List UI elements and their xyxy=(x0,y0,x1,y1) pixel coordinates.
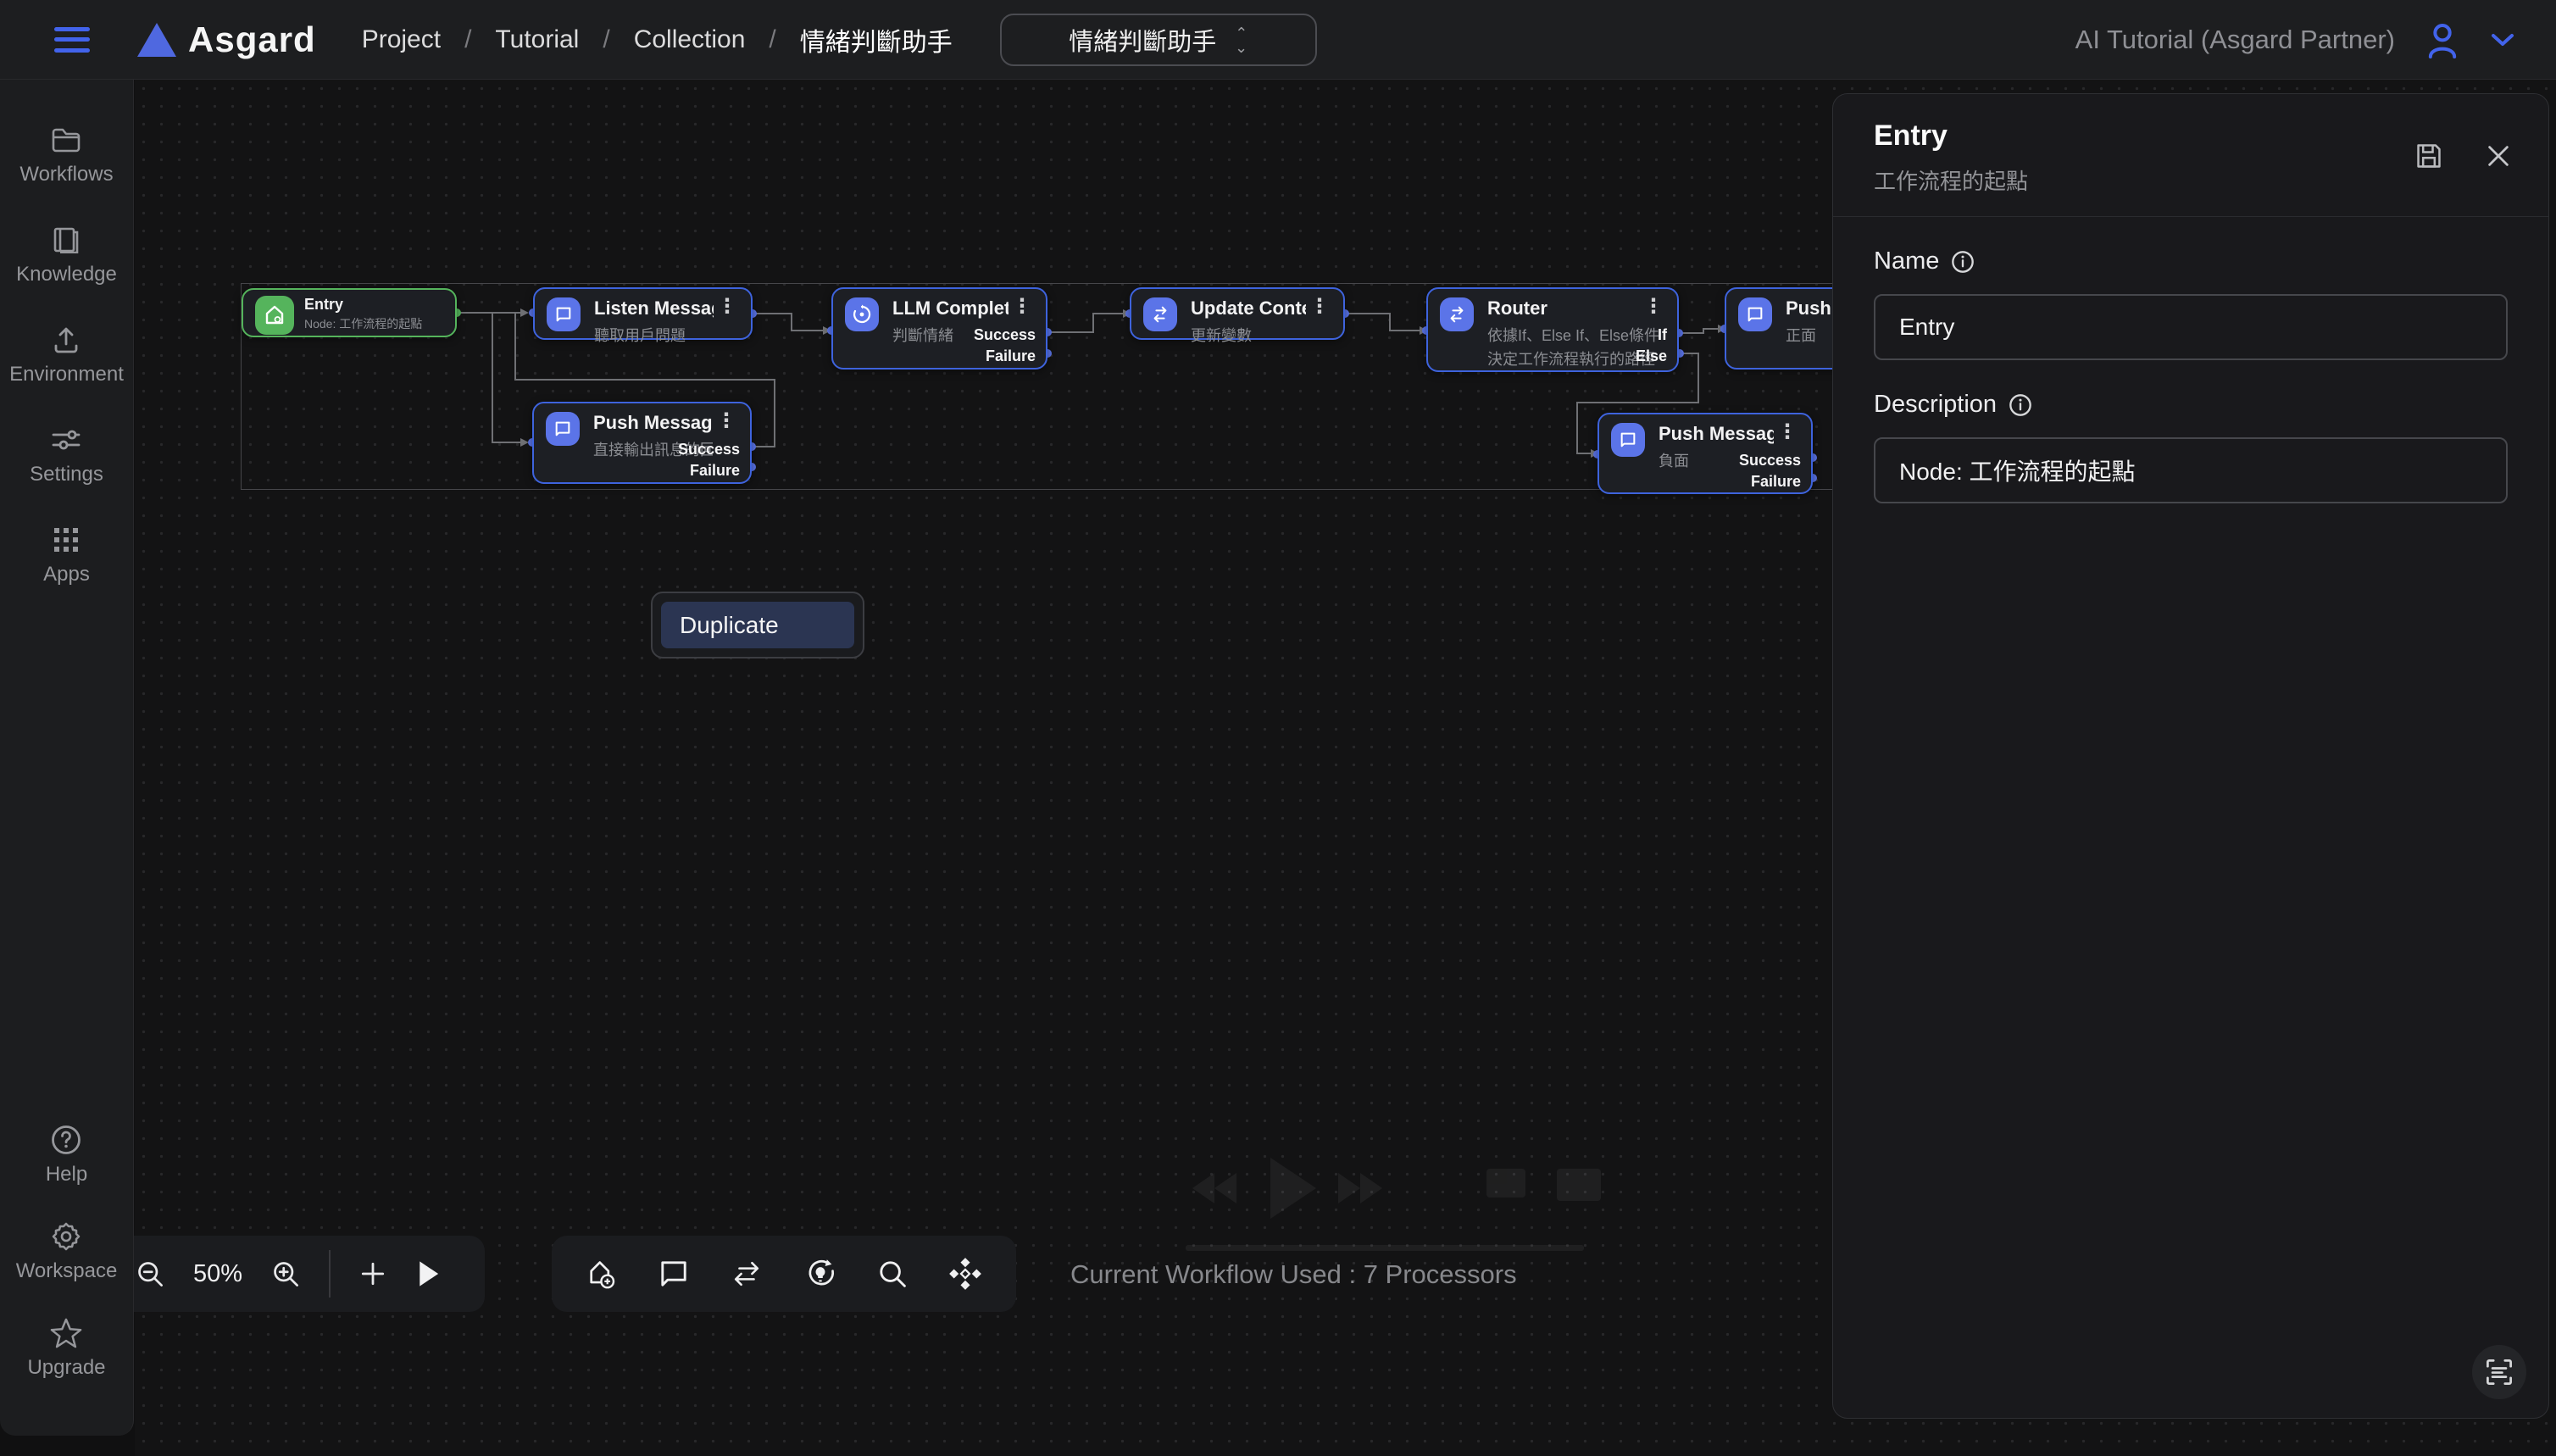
context-menu-item-duplicate[interactable]: Duplicate xyxy=(661,602,854,648)
description-input[interactable] xyxy=(1874,437,2508,503)
breadcrumb-collection[interactable]: Collection xyxy=(634,25,746,54)
breadcrumb-project[interactable]: Project xyxy=(362,25,441,54)
scan-text-button[interactable] xyxy=(2472,1345,2526,1399)
info-icon[interactable] xyxy=(2009,393,2032,417)
add-node-button[interactable] xyxy=(359,1260,386,1287)
port-failure[interactable]: Failure xyxy=(1751,473,1801,491)
sidebar-item-workspace[interactable]: Workspace xyxy=(16,1220,118,1283)
info-icon[interactable] xyxy=(1951,250,1975,274)
port-success[interactable]: Success xyxy=(1739,452,1801,470)
node-menu-kebab-icon[interactable]: ⋮ xyxy=(1009,297,1036,316)
router-arrows-icon xyxy=(1440,297,1474,331)
sidebar-item-knowledge[interactable]: Knowledge xyxy=(16,224,117,286)
port-if[interactable]: If xyxy=(1658,326,1667,344)
node-detail-panel: Entry 工作流程的起點 Name Description xyxy=(1832,93,2549,1419)
entry-home-icon xyxy=(255,296,294,335)
hamburger-menu-icon[interactable] xyxy=(54,27,90,53)
upload-icon xyxy=(50,324,82,356)
name-input[interactable] xyxy=(1874,294,2508,360)
llm-cycle-icon xyxy=(845,297,879,331)
sidebar-item-help[interactable]: Help xyxy=(46,1124,87,1186)
ghost-player-watermark xyxy=(1186,1158,1601,1251)
sidebar-item-workflows[interactable]: Workflows xyxy=(19,124,113,186)
port-success[interactable]: Success xyxy=(974,326,1036,344)
node-menu-kebab-icon[interactable]: ⋮ xyxy=(713,412,740,431)
node-llm-completion[interactable]: LLM Completion 判斷情緒 ⋮ Success Failure xyxy=(831,287,1047,370)
port-failure[interactable]: Failure xyxy=(690,462,740,480)
node-entry[interactable]: Entry Node: 工作流程的起點 xyxy=(242,288,457,337)
account-chevron-down-icon[interactable] xyxy=(2490,31,2515,48)
book-icon xyxy=(50,224,82,256)
port-failure[interactable]: Failure xyxy=(986,347,1036,365)
node-menu-kebab-icon[interactable]: ⋮ xyxy=(714,297,741,316)
description-field-label: Description xyxy=(1874,391,2504,419)
node-push-message-reply[interactable]: Push Message 直接輸出訊息的回應內容 ⋮ Success Failu… xyxy=(532,402,752,484)
sidebar-item-upgrade[interactable]: Upgrade xyxy=(27,1317,105,1380)
chevron-up-down-icon: ⌃⌃ xyxy=(1235,27,1247,53)
node-menu-kebab-icon[interactable]: ⋮ xyxy=(1774,423,1801,442)
breadcrumb-workflow-name[interactable]: 情緒判斷助手 xyxy=(800,21,953,58)
workflow-usage-status: Current Workflow Used : 7 Processors xyxy=(1070,1259,1517,1290)
account-label: AI Tutorial (Asgard Partner) xyxy=(2075,25,2395,55)
canvas-actions-toolbar xyxy=(552,1236,1016,1312)
left-sidebar: Workflows Knowledge Environment Settings xyxy=(0,80,134,1436)
context-menu: Duplicate xyxy=(651,592,864,659)
message-bubble-icon xyxy=(546,412,580,446)
message-bubble-icon xyxy=(1738,297,1772,331)
breadcrumb-tutorial[interactable]: Tutorial xyxy=(495,25,579,54)
zoom-in-button[interactable] xyxy=(271,1259,300,1288)
user-avatar-icon[interactable] xyxy=(2425,21,2459,58)
node-router[interactable]: Router 依據If、Else If、Else條件決定工作流程執行的路徑 ⋮ … xyxy=(1426,287,1679,372)
node-update-context[interactable]: Update Context 更新變數 ⋮ xyxy=(1130,287,1345,340)
sidebar-item-apps[interactable]: Apps xyxy=(43,524,90,586)
breadcrumb: Project / Tutorial / Collection / 情緒判斷助手 xyxy=(362,21,953,58)
toolbar-divider xyxy=(329,1250,331,1298)
message-bubble-icon xyxy=(547,297,581,331)
folder-icon xyxy=(50,124,82,156)
node-listen-message[interactable]: Listen Message 聽取用戶問題 ⋮ xyxy=(533,287,753,340)
message-bubble-icon xyxy=(1611,423,1645,457)
zoom-level-value: 50% xyxy=(193,1260,242,1288)
gear-icon xyxy=(50,1220,82,1253)
zoom-out-button[interactable] xyxy=(136,1259,164,1288)
sidebar-item-environment[interactable]: Environment xyxy=(9,324,124,386)
apps-grid-icon xyxy=(50,524,82,556)
auto-suggest-button[interactable] xyxy=(804,1258,836,1290)
run-workflow-button[interactable] xyxy=(415,1259,441,1288)
search-button[interactable] xyxy=(877,1259,908,1289)
save-icon[interactable] xyxy=(2414,142,2443,170)
port-success[interactable]: Success xyxy=(678,441,740,458)
fit-view-button[interactable] xyxy=(948,1257,982,1291)
star-icon xyxy=(50,1317,82,1349)
sidebar-item-settings[interactable]: Settings xyxy=(30,424,103,486)
close-icon[interactable] xyxy=(2486,143,2511,169)
asgard-logo-icon xyxy=(137,23,176,57)
node-menu-kebab-icon[interactable]: ⋮ xyxy=(1306,297,1333,316)
app-logo-text: Asgard xyxy=(188,19,316,60)
sliders-icon xyxy=(50,424,82,456)
port-else[interactable]: Else xyxy=(1636,347,1667,365)
top-navbar: Asgard Project / Tutorial / Collection /… xyxy=(0,0,2556,80)
comment-button[interactable] xyxy=(658,1259,689,1289)
node-push-message-negative[interactable]: Push Message 負面 ⋮ Success Failure xyxy=(1598,413,1813,494)
connections-button[interactable] xyxy=(730,1260,764,1287)
name-field-label: Name xyxy=(1874,247,2504,275)
help-icon xyxy=(50,1124,82,1156)
workflow-selector-dropdown[interactable]: 情緒判斷助手 ⌃⌃ xyxy=(1000,14,1317,66)
add-entry-node-button[interactable] xyxy=(586,1258,618,1290)
node-menu-kebab-icon[interactable]: ⋮ xyxy=(1640,297,1667,316)
swap-arrows-icon xyxy=(1143,297,1177,331)
